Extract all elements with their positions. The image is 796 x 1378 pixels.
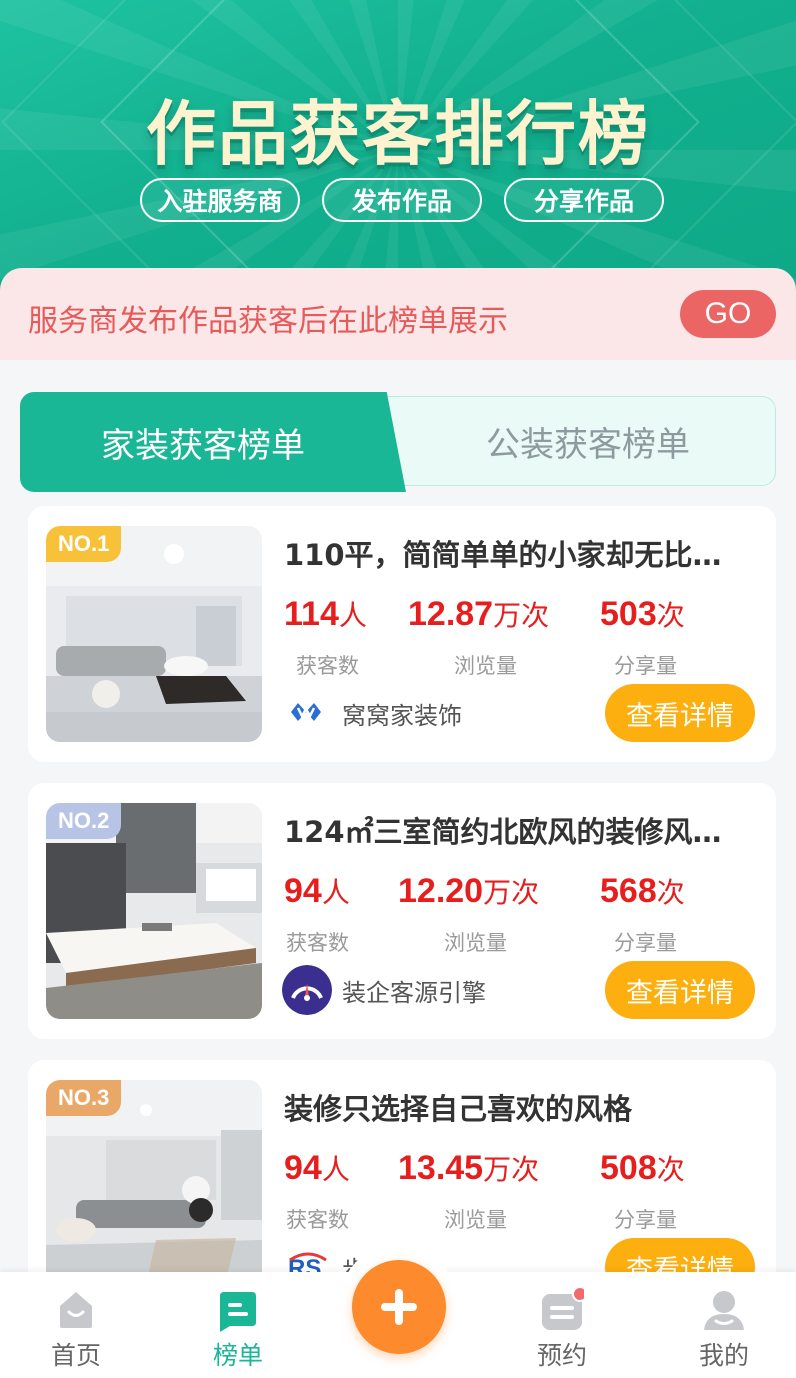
- shares-unit: 次: [656, 876, 685, 909]
- work-title[interactable]: 124㎡三室简约北欧风的装修风…: [284, 809, 754, 851]
- nav-mine[interactable]: 我的: [664, 1272, 784, 1378]
- plus-icon: [381, 1289, 417, 1325]
- views-value: 12.20: [398, 872, 484, 910]
- customers-label: 获客数: [286, 1208, 349, 1232]
- join-provider-button[interactable]: 入驻服务商: [140, 178, 300, 222]
- rank-badge: NO.1: [46, 526, 122, 562]
- nav-mine-label: 我的: [698, 1341, 749, 1370]
- merchant-name[interactable]: 窝窝家装饰: [342, 696, 462, 731]
- shares-stat: 503次: [600, 594, 685, 634]
- customers-value: 94: [284, 1149, 322, 1187]
- views-label: 浏览量: [454, 654, 517, 678]
- shares-value: 503: [600, 595, 657, 633]
- shares-unit: 次: [656, 1153, 685, 1186]
- nav-home[interactable]: 首页: [16, 1272, 136, 1378]
- views-unit: 万次: [483, 1153, 540, 1186]
- work-title[interactable]: 110平，简简单单的小家却无比…: [284, 532, 754, 574]
- customers-label: 获客数: [286, 931, 349, 955]
- shares-unit: 次: [656, 599, 685, 632]
- share-work-button[interactable]: 分享作品: [504, 178, 664, 222]
- work-thumbnail[interactable]: NO.1: [46, 526, 262, 742]
- work-thumbnail[interactable]: NO.2: [46, 803, 262, 1019]
- views-value: 12.87: [408, 595, 494, 633]
- view-details-button[interactable]: 查看详情: [605, 684, 755, 742]
- page-title: 作品获客排行榜: [146, 93, 650, 175]
- customers-unit: 人: [338, 599, 367, 632]
- nav-rank[interactable]: 榜单: [178, 1272, 298, 1378]
- view-details-button[interactable]: 查看详情: [605, 961, 755, 1019]
- views-unit: 万次: [493, 599, 550, 632]
- merchant-name[interactable]: 装企客源引擎: [342, 973, 486, 1008]
- shares-stat: 508次: [600, 1148, 685, 1188]
- shares-label: 分享量: [614, 1208, 677, 1232]
- views-stat: 12.87万次: [408, 594, 549, 634]
- customers-label: 获客数: [296, 654, 359, 678]
- work-thumbnail[interactable]: NO.3: [46, 1080, 262, 1296]
- publish-work-button[interactable]: 发布作品: [322, 178, 482, 222]
- ranking-card-1[interactable]: NO.1 110平，简简单单的小家却无比… 114人 12.87万次 503次 …: [28, 506, 776, 762]
- user-icon: [704, 1291, 744, 1330]
- hero-banner: 作品获客排行榜 入驻服务商 发布作品 分享作品: [0, 0, 796, 300]
- views-unit: 万次: [483, 876, 540, 909]
- rank-badge: NO.3: [46, 1080, 122, 1116]
- rank-list-icon: [220, 1292, 256, 1332]
- shares-label: 分享量: [614, 931, 677, 955]
- shares-value: 508: [600, 1149, 657, 1187]
- nav-booking[interactable]: 预约: [502, 1272, 622, 1378]
- views-stat: 13.45万次: [398, 1148, 539, 1188]
- views-label: 浏览量: [444, 1208, 507, 1232]
- views-label: 浏览量: [444, 931, 507, 955]
- customers-value: 114: [284, 595, 339, 633]
- customers-stat: 94人: [284, 871, 350, 911]
- shares-label: 分享量: [614, 654, 677, 678]
- nav-booking-label: 预约: [536, 1341, 587, 1370]
- tab-home-decoration[interactable]: 家装获客榜单: [20, 392, 406, 492]
- add-button[interactable]: [352, 1260, 446, 1354]
- customers-unit: 人: [321, 1153, 350, 1186]
- notice-bar: 服务商发布作品获客后在此榜单展示: [0, 268, 796, 360]
- nav-home-label: 首页: [50, 1341, 101, 1370]
- work-title[interactable]: 装修只选择自己喜欢的风格: [284, 1086, 754, 1128]
- home-icon: [60, 1292, 92, 1328]
- notice-text: 服务商发布作品获客后在此榜单展示: [28, 304, 508, 339]
- tab-commercial-decoration[interactable]: 公装获客榜单: [400, 396, 776, 486]
- rank-badge: NO.2: [46, 803, 122, 839]
- views-stat: 12.20万次: [398, 871, 539, 911]
- go-button[interactable]: GO: [680, 290, 776, 338]
- merchant-logo-icon: [282, 965, 332, 1015]
- shares-stat: 568次: [600, 871, 685, 911]
- customers-value: 94: [284, 872, 322, 910]
- views-value: 13.45: [398, 1149, 484, 1187]
- customers-unit: 人: [321, 876, 350, 909]
- ranking-card-2[interactable]: NO.2 124㎡三室简约北欧风的装修风… 94人 12.20万次 568次 获…: [28, 783, 776, 1039]
- customers-stat: 94人: [284, 1148, 350, 1188]
- customers-stat: 114人: [284, 594, 367, 634]
- merchant-logo-icon: [288, 694, 324, 730]
- shares-value: 568: [600, 872, 657, 910]
- nav-rank-label: 榜单: [212, 1341, 263, 1370]
- booking-icon: [542, 1288, 584, 1330]
